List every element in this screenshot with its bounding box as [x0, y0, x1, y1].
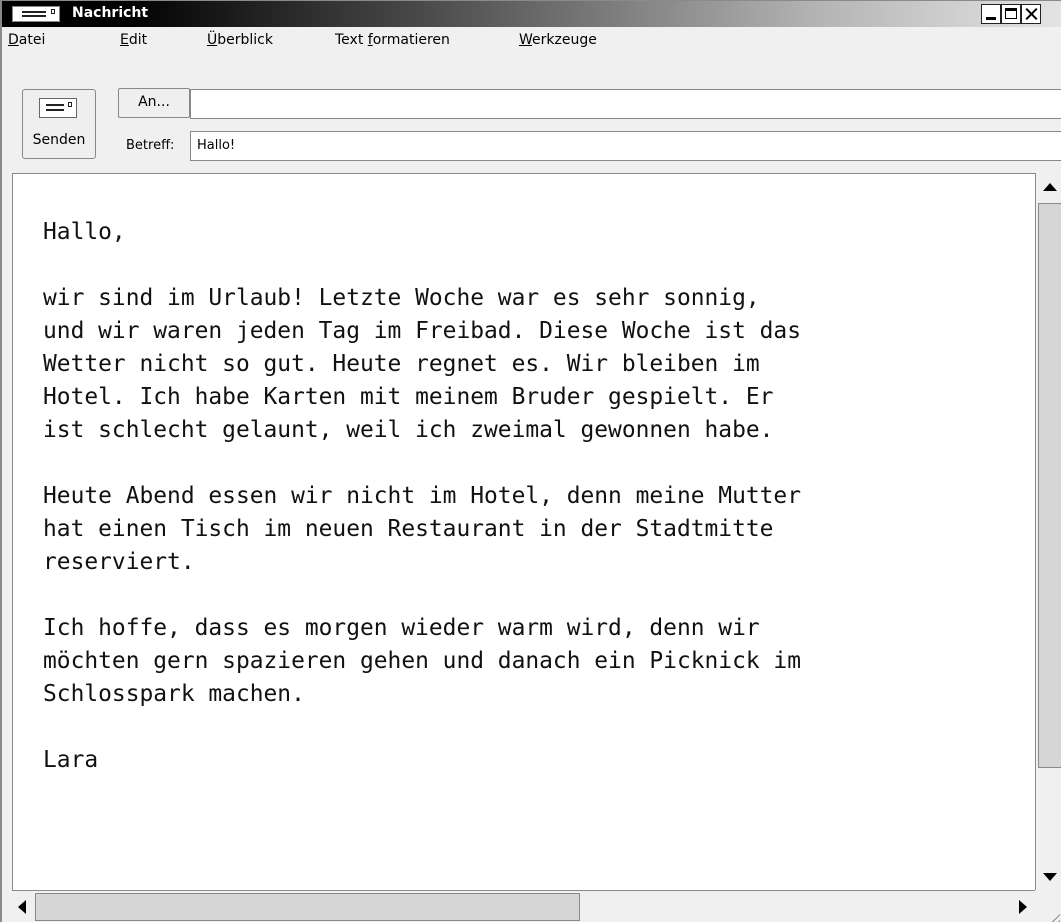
vertical-scroll-thumb[interactable] [1038, 203, 1061, 768]
menu-datei[interactable]: Datei [8, 32, 45, 48]
vertical-scrollbar[interactable] [1035, 173, 1061, 891]
scroll-left-icon[interactable] [18, 900, 26, 914]
menu-text-formatieren[interactable]: Text formatieren [335, 32, 450, 48]
resize-grip-icon[interactable] [1035, 890, 1061, 922]
subject-label: Betreff: [126, 138, 175, 153]
to-button[interactable]: An... [118, 88, 190, 118]
scroll-down-icon[interactable] [1043, 873, 1057, 881]
scroll-up-icon[interactable] [1043, 183, 1057, 191]
menu-werkzeuge[interactable]: Werkzeuge [519, 32, 597, 48]
message-body[interactable]: Hallo, wir sind im Urlaub! Letzte Woche … [12, 173, 1042, 890]
horizontal-scrollbar[interactable] [12, 890, 1035, 922]
scroll-right-icon[interactable] [1019, 900, 1027, 914]
maximize-icon[interactable] [1001, 4, 1021, 24]
window-title: Nachricht [72, 5, 149, 21]
to-field[interactable] [190, 89, 1061, 119]
menu-ueberblick[interactable]: Überblick [207, 32, 273, 48]
envelope-icon [39, 98, 77, 118]
message-window: Nachricht Datei Edit Überblick Text form… [0, 0, 1061, 922]
close-icon[interactable] [1021, 4, 1041, 24]
send-button[interactable]: Senden [22, 89, 96, 159]
send-button-label: Senden [32, 132, 86, 148]
title-bar[interactable]: Nachricht [2, 1, 1061, 27]
menu-bar: Datei Edit Überblick Text formatieren We… [2, 27, 1061, 55]
message-text[interactable]: Hallo, wir sind im Urlaub! Letzte Woche … [43, 216, 1023, 777]
envelope-icon [12, 6, 60, 22]
minimize-icon[interactable] [981, 4, 1001, 24]
menu-edit[interactable]: Edit [120, 32, 147, 48]
horizontal-scroll-thumb[interactable] [35, 893, 580, 921]
subject-field[interactable]: Hallo! [190, 131, 1061, 161]
